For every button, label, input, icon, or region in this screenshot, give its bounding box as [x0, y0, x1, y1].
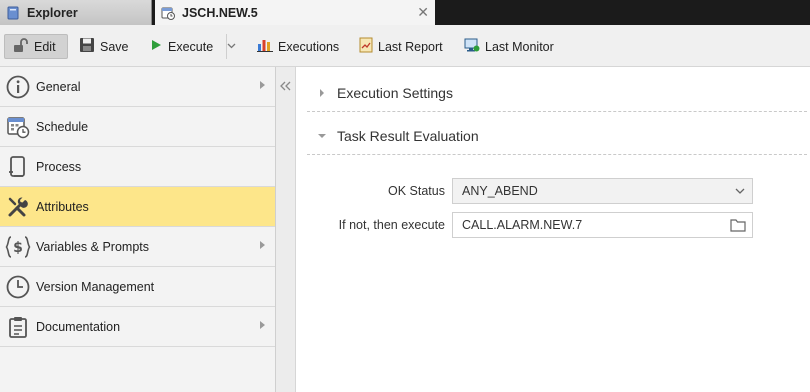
edit-button[interactable]: Edit: [4, 34, 68, 59]
folder-icon[interactable]: [730, 218, 746, 235]
sidebar-item-label: Version Management: [36, 279, 155, 294]
sidebar-item-attributes[interactable]: Attributes: [0, 187, 275, 227]
sidebar-item-variables-prompts[interactable]: $ Variables & Prompts: [0, 227, 275, 267]
last-monitor-button[interactable]: Last Monitor: [464, 34, 554, 59]
ok-status-row: OK Status ANY_ABEND: [297, 178, 810, 204]
sidebar-item-schedule[interactable]: Schedule: [0, 107, 275, 147]
sidebar-item-label: Variables & Prompts: [36, 239, 150, 254]
sidebar-item-documentation[interactable]: Documentation: [0, 307, 275, 347]
chevron-right-icon: [260, 321, 265, 329]
calendar-clock-icon: [0, 107, 36, 147]
tab-active-label: JSCH.NEW.5: [182, 5, 258, 20]
chevron-down-icon: [227, 41, 241, 52]
execute-dropdown-button[interactable]: [226, 34, 240, 59]
sidebar-item-label: Process: [36, 159, 82, 174]
chevron-right-icon: [260, 81, 265, 89]
tab-bar: Explorer JSCH.NEW.5 ✕: [0, 0, 810, 25]
chevron-down-icon: [734, 184, 746, 201]
svg-text:$: $: [13, 240, 23, 256]
last-report-button[interactable]: Last Report: [359, 34, 443, 59]
tab-jsch-new-5[interactable]: JSCH.NEW.5 ✕: [155, 0, 435, 25]
section-title: Task Result Evaluation: [337, 127, 479, 144]
sidebar-item-label: Documentation: [36, 319, 121, 334]
executions-button-label: Executions: [278, 39, 340, 54]
sidebar-nav: General Schedule Process Attributes $ Va…: [0, 67, 276, 392]
tab-explorer-label: Explorer: [27, 5, 78, 20]
report-icon: [359, 37, 378, 56]
lock-open-icon: [13, 37, 34, 56]
variables-icon: $: [0, 227, 36, 267]
ok-status-label: OK Status: [388, 184, 445, 198]
edit-button-label: Edit: [34, 39, 56, 54]
execute-button[interactable]: Execute: [149, 34, 213, 59]
sidebar-item-label: Schedule: [36, 119, 89, 134]
save-icon: [79, 37, 100, 56]
chevron-right-icon: [260, 241, 265, 249]
clipboard-icon: [0, 307, 36, 347]
save-button-label: Save: [100, 39, 129, 54]
last-report-button-label: Last Report: [378, 39, 443, 54]
sidebar-item-label: General: [36, 79, 81, 94]
close-tab-icon[interactable]: ✕: [417, 5, 429, 19]
if-not-execute-value: CALL.ALARM.NEW.7: [462, 218, 583, 232]
save-button[interactable]: Save: [79, 34, 129, 59]
sidebar-item-label: Attributes: [36, 199, 89, 214]
last-monitor-button-label: Last Monitor: [485, 39, 554, 54]
toolbar: Edit Save Execute Executions Last Report…: [0, 25, 810, 67]
schedule-object-icon: [161, 6, 175, 20]
wrench-screwdriver-icon: [0, 187, 36, 227]
ok-status-value: ANY_ABEND: [462, 184, 538, 198]
section-execution-settings[interactable]: Execution Settings: [307, 74, 807, 112]
executions-button[interactable]: Executions: [257, 34, 339, 59]
ok-status-select[interactable]: ANY_ABEND: [452, 178, 753, 204]
sidebar-item-process[interactable]: Process: [0, 147, 275, 187]
info-icon: [0, 67, 36, 107]
bar-chart-icon: [257, 38, 278, 55]
section-task-result-evaluation[interactable]: Task Result Evaluation: [307, 117, 807, 155]
double-chevron-left-icon: [280, 79, 292, 94]
collapse-arrow-icon: [307, 133, 337, 138]
sidebar-collapse-toggle[interactable]: [276, 67, 296, 392]
section-title: Execution Settings: [337, 84, 453, 101]
explorer-icon: [6, 6, 20, 20]
sidebar-item-version-management[interactable]: Version Management: [0, 267, 275, 307]
expand-arrow-icon: [307, 88, 337, 97]
main-panel: Execution Settings Task Result Evaluatio…: [297, 67, 810, 392]
monitor-icon: [464, 37, 485, 56]
clock-icon: [0, 267, 36, 307]
play-icon: [149, 38, 168, 55]
if-not-execute-field[interactable]: CALL.ALARM.NEW.7: [452, 212, 753, 238]
if-not-execute-row: If not, then execute CALL.ALARM.NEW.7: [297, 212, 810, 238]
sidebar-item-general[interactable]: General: [0, 67, 275, 107]
process-icon: [0, 147, 36, 187]
if-not-execute-label: If not, then execute: [338, 218, 445, 232]
execute-button-label: Execute: [168, 39, 214, 54]
tab-explorer[interactable]: Explorer: [0, 0, 152, 25]
